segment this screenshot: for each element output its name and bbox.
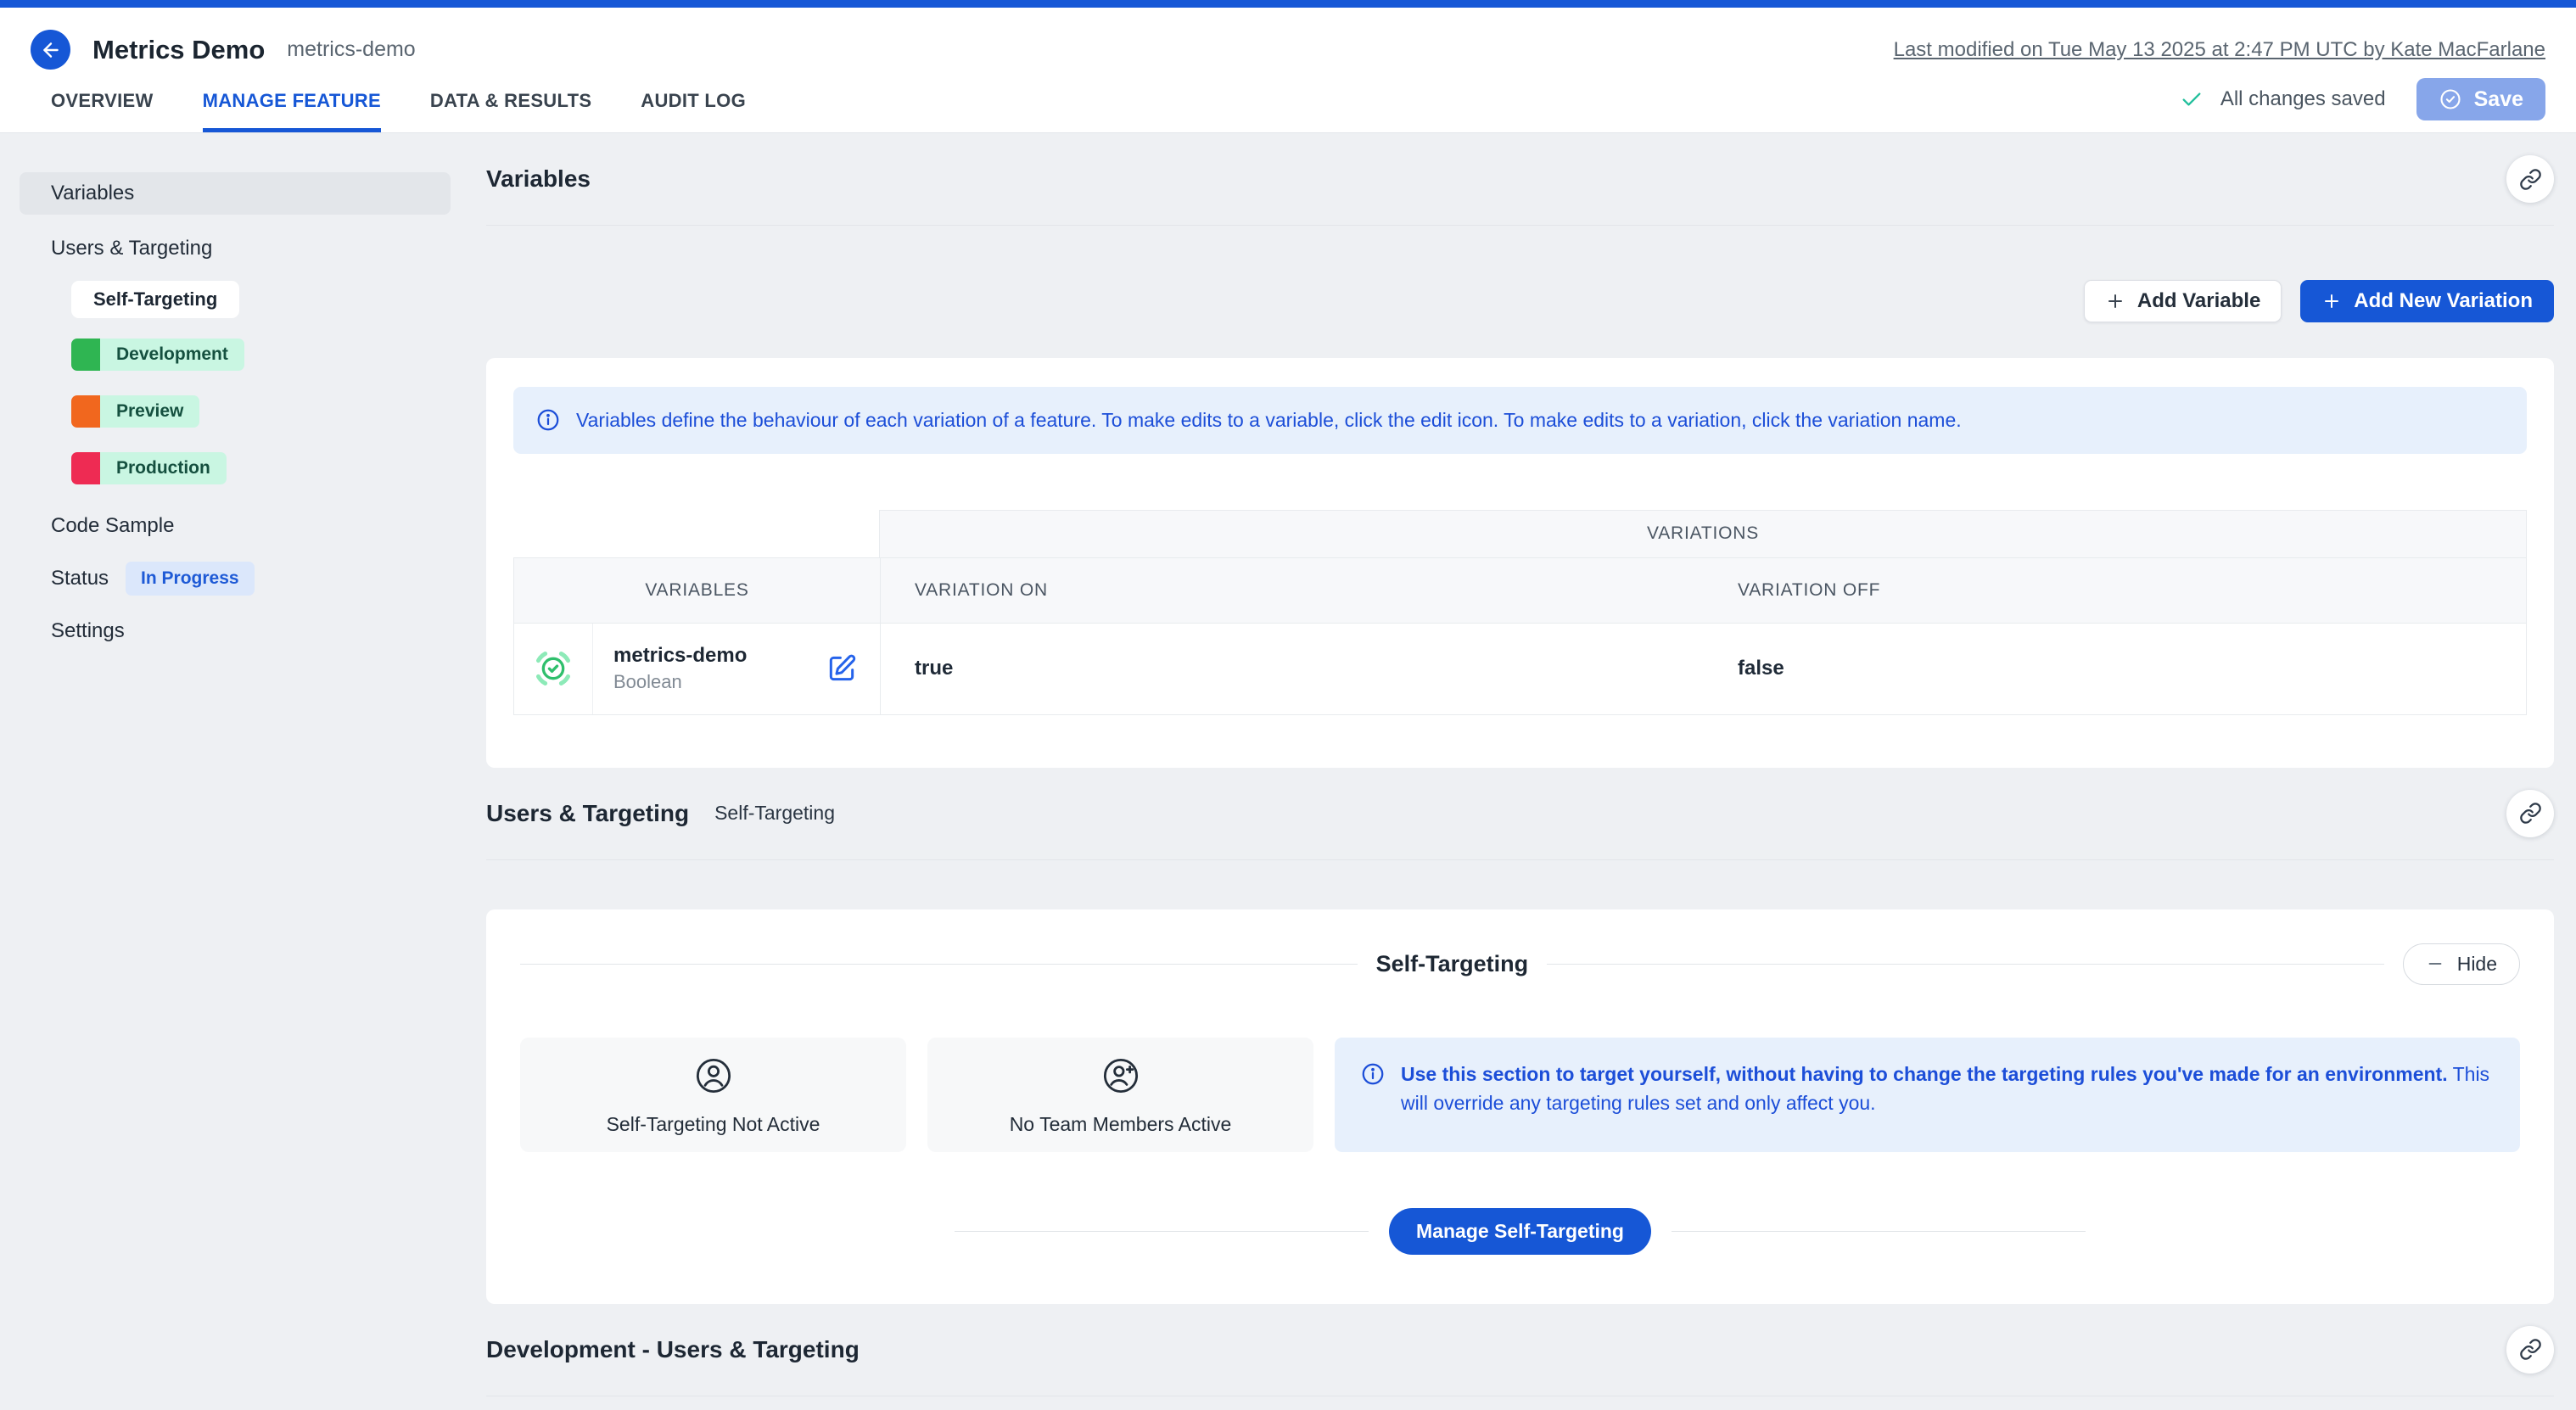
- self-targeting-status-card: Self-Targeting Not Active: [520, 1038, 906, 1152]
- link-icon: [2519, 1338, 2542, 1361]
- users-targeting-heading: Users & Targeting: [486, 800, 689, 827]
- variation-off-cell: false: [1704, 624, 2526, 714]
- main-content: Variables Add Variable Add New Variation: [462, 133, 2576, 1410]
- edit-variable-button[interactable]: [826, 652, 858, 685]
- edit-icon: [826, 652, 858, 685]
- check-icon: [2180, 87, 2204, 111]
- saved-status-text: All changes saved: [2220, 87, 2386, 111]
- sidebar: Variables Users & Targeting Self-Targeti…: [0, 133, 462, 652]
- sidebar-item-env-preview[interactable]: Preview: [71, 395, 199, 428]
- saved-status: All changes saved Save: [2180, 78, 2545, 132]
- variables-link-button[interactable]: [2506, 155, 2554, 203]
- tab-manage-feature[interactable]: MANAGE FEATURE: [203, 90, 381, 132]
- sidebar-item-users-targeting[interactable]: Users & Targeting: [20, 228, 462, 269]
- info-icon: [1360, 1061, 1386, 1087]
- env-color-development: [71, 339, 100, 371]
- users-targeting-link-button[interactable]: [2506, 790, 2554, 837]
- users-targeting-section-header: Users & Targeting Self-Targeting: [486, 768, 2554, 860]
- self-targeting-info-text: Use this section to target yourself, wit…: [1401, 1060, 2495, 1118]
- team-members-status-card: No Team Members Active: [927, 1038, 1313, 1152]
- arrow-left-icon: [40, 39, 62, 61]
- variables-section-header: Variables: [486, 133, 2554, 226]
- plus-icon: [2321, 291, 2342, 311]
- self-targeting-info-banner: Use this section to target yourself, wit…: [1335, 1038, 2520, 1152]
- development-heading: Development - Users & Targeting: [486, 1336, 860, 1363]
- user-circle-icon: [692, 1054, 736, 1098]
- tab-overview[interactable]: OVERVIEW: [51, 90, 154, 132]
- env-color-preview: [71, 395, 100, 428]
- minus-icon: [2426, 954, 2444, 973]
- last-modified-link[interactable]: Last modified on Tue May 13 2025 at 2:47…: [1894, 38, 2545, 62]
- sidebar-item-env-development[interactable]: Development: [71, 339, 244, 371]
- page-title: Metrics Demo: [92, 35, 265, 65]
- variable-name: metrics-demo: [613, 644, 747, 668]
- sidebar-item-self-targeting[interactable]: Self-Targeting: [71, 281, 239, 318]
- development-section-header: Development - Users & Targeting: [486, 1304, 2554, 1396]
- user-plus-circle-icon: [1099, 1054, 1143, 1098]
- save-button[interactable]: Save: [2416, 78, 2545, 120]
- divider: [1672, 1231, 2086, 1232]
- tab-audit-log[interactable]: AUDIT LOG: [641, 90, 746, 132]
- add-new-variation-button[interactable]: Add New Variation: [2300, 280, 2554, 322]
- divider: [520, 964, 1358, 965]
- tab-bar: OVERVIEW MANAGE FEATURE DATA & RESULTS A…: [51, 90, 746, 132]
- variations-group-header: VARIATIONS: [879, 510, 2527, 557]
- status-badge[interactable]: In Progress: [126, 562, 255, 596]
- variable-target-icon: [532, 647, 574, 690]
- variation-on-value: true: [881, 657, 953, 680]
- tab-data-results[interactable]: DATA & RESULTS: [430, 90, 591, 132]
- page-subtitle: metrics-demo: [287, 37, 415, 62]
- check-circle-icon: [2439, 87, 2462, 111]
- variables-table: VARIATIONS VARIABLES VARIATION ON VARIAT…: [513, 510, 2527, 715]
- variable-name-cell: metrics-demo Boolean: [592, 624, 880, 714]
- team-members-status-label: No Team Members Active: [1010, 1113, 1232, 1136]
- plus-icon: [2105, 291, 2125, 311]
- variables-info-text: Variables define the behaviour of each v…: [576, 406, 1962, 435]
- variation-on-cell: true: [880, 624, 1704, 714]
- back-button[interactable]: [31, 30, 70, 70]
- self-targeting-card: Self-Targeting Hide Self-Targ: [486, 909, 2554, 1304]
- manage-self-targeting-button[interactable]: Manage Self-Targeting: [1389, 1208, 1651, 1255]
- variables-heading: Variables: [486, 165, 591, 193]
- self-targeting-title: Self-Targeting: [1376, 951, 1529, 977]
- env-color-production: [71, 452, 100, 484]
- header: Metrics Demo metrics-demo Last modified …: [0, 8, 2576, 133]
- development-link-button[interactable]: [2506, 1326, 2554, 1374]
- col-header-variation-on: VARIATION ON: [880, 558, 1704, 623]
- variable-icon-cell: [514, 624, 592, 714]
- divider: [955, 1231, 1369, 1232]
- sidebar-item-settings[interactable]: Settings: [20, 611, 462, 652]
- sidebar-item-env-production[interactable]: Production: [71, 452, 227, 484]
- variable-type: Boolean: [613, 671, 747, 693]
- col-header-variation-off: VARIATION OFF: [1704, 558, 2526, 623]
- sidebar-item-variables[interactable]: Variables: [20, 172, 451, 215]
- sidebar-item-status[interactable]: Status: [20, 567, 109, 590]
- variables-card: Variables define the behaviour of each v…: [486, 358, 2554, 768]
- sidebar-item-code-sample[interactable]: Code Sample: [20, 506, 462, 546]
- link-icon: [2519, 802, 2542, 825]
- variation-off-value: false: [1704, 657, 1784, 680]
- col-header-variables: VARIABLES: [514, 558, 880, 623]
- page: Metrics Demo metrics-demo Last modified …: [0, 0, 2576, 1410]
- divider: [1547, 964, 2384, 965]
- add-variable-button[interactable]: Add Variable: [2084, 280, 2282, 322]
- variables-info-banner: Variables define the behaviour of each v…: [513, 387, 2527, 454]
- top-accent-bar: [0, 0, 2576, 8]
- table-row: metrics-demo Boolean true false: [513, 624, 2527, 715]
- variables-actions: Add Variable Add New Variation: [486, 280, 2554, 322]
- users-targeting-subheading: Self-Targeting: [714, 802, 835, 825]
- hide-button[interactable]: Hide: [2403, 943, 2520, 985]
- link-icon: [2519, 168, 2542, 191]
- info-icon: [535, 407, 561, 433]
- self-targeting-status-label: Self-Targeting Not Active: [607, 1113, 820, 1136]
